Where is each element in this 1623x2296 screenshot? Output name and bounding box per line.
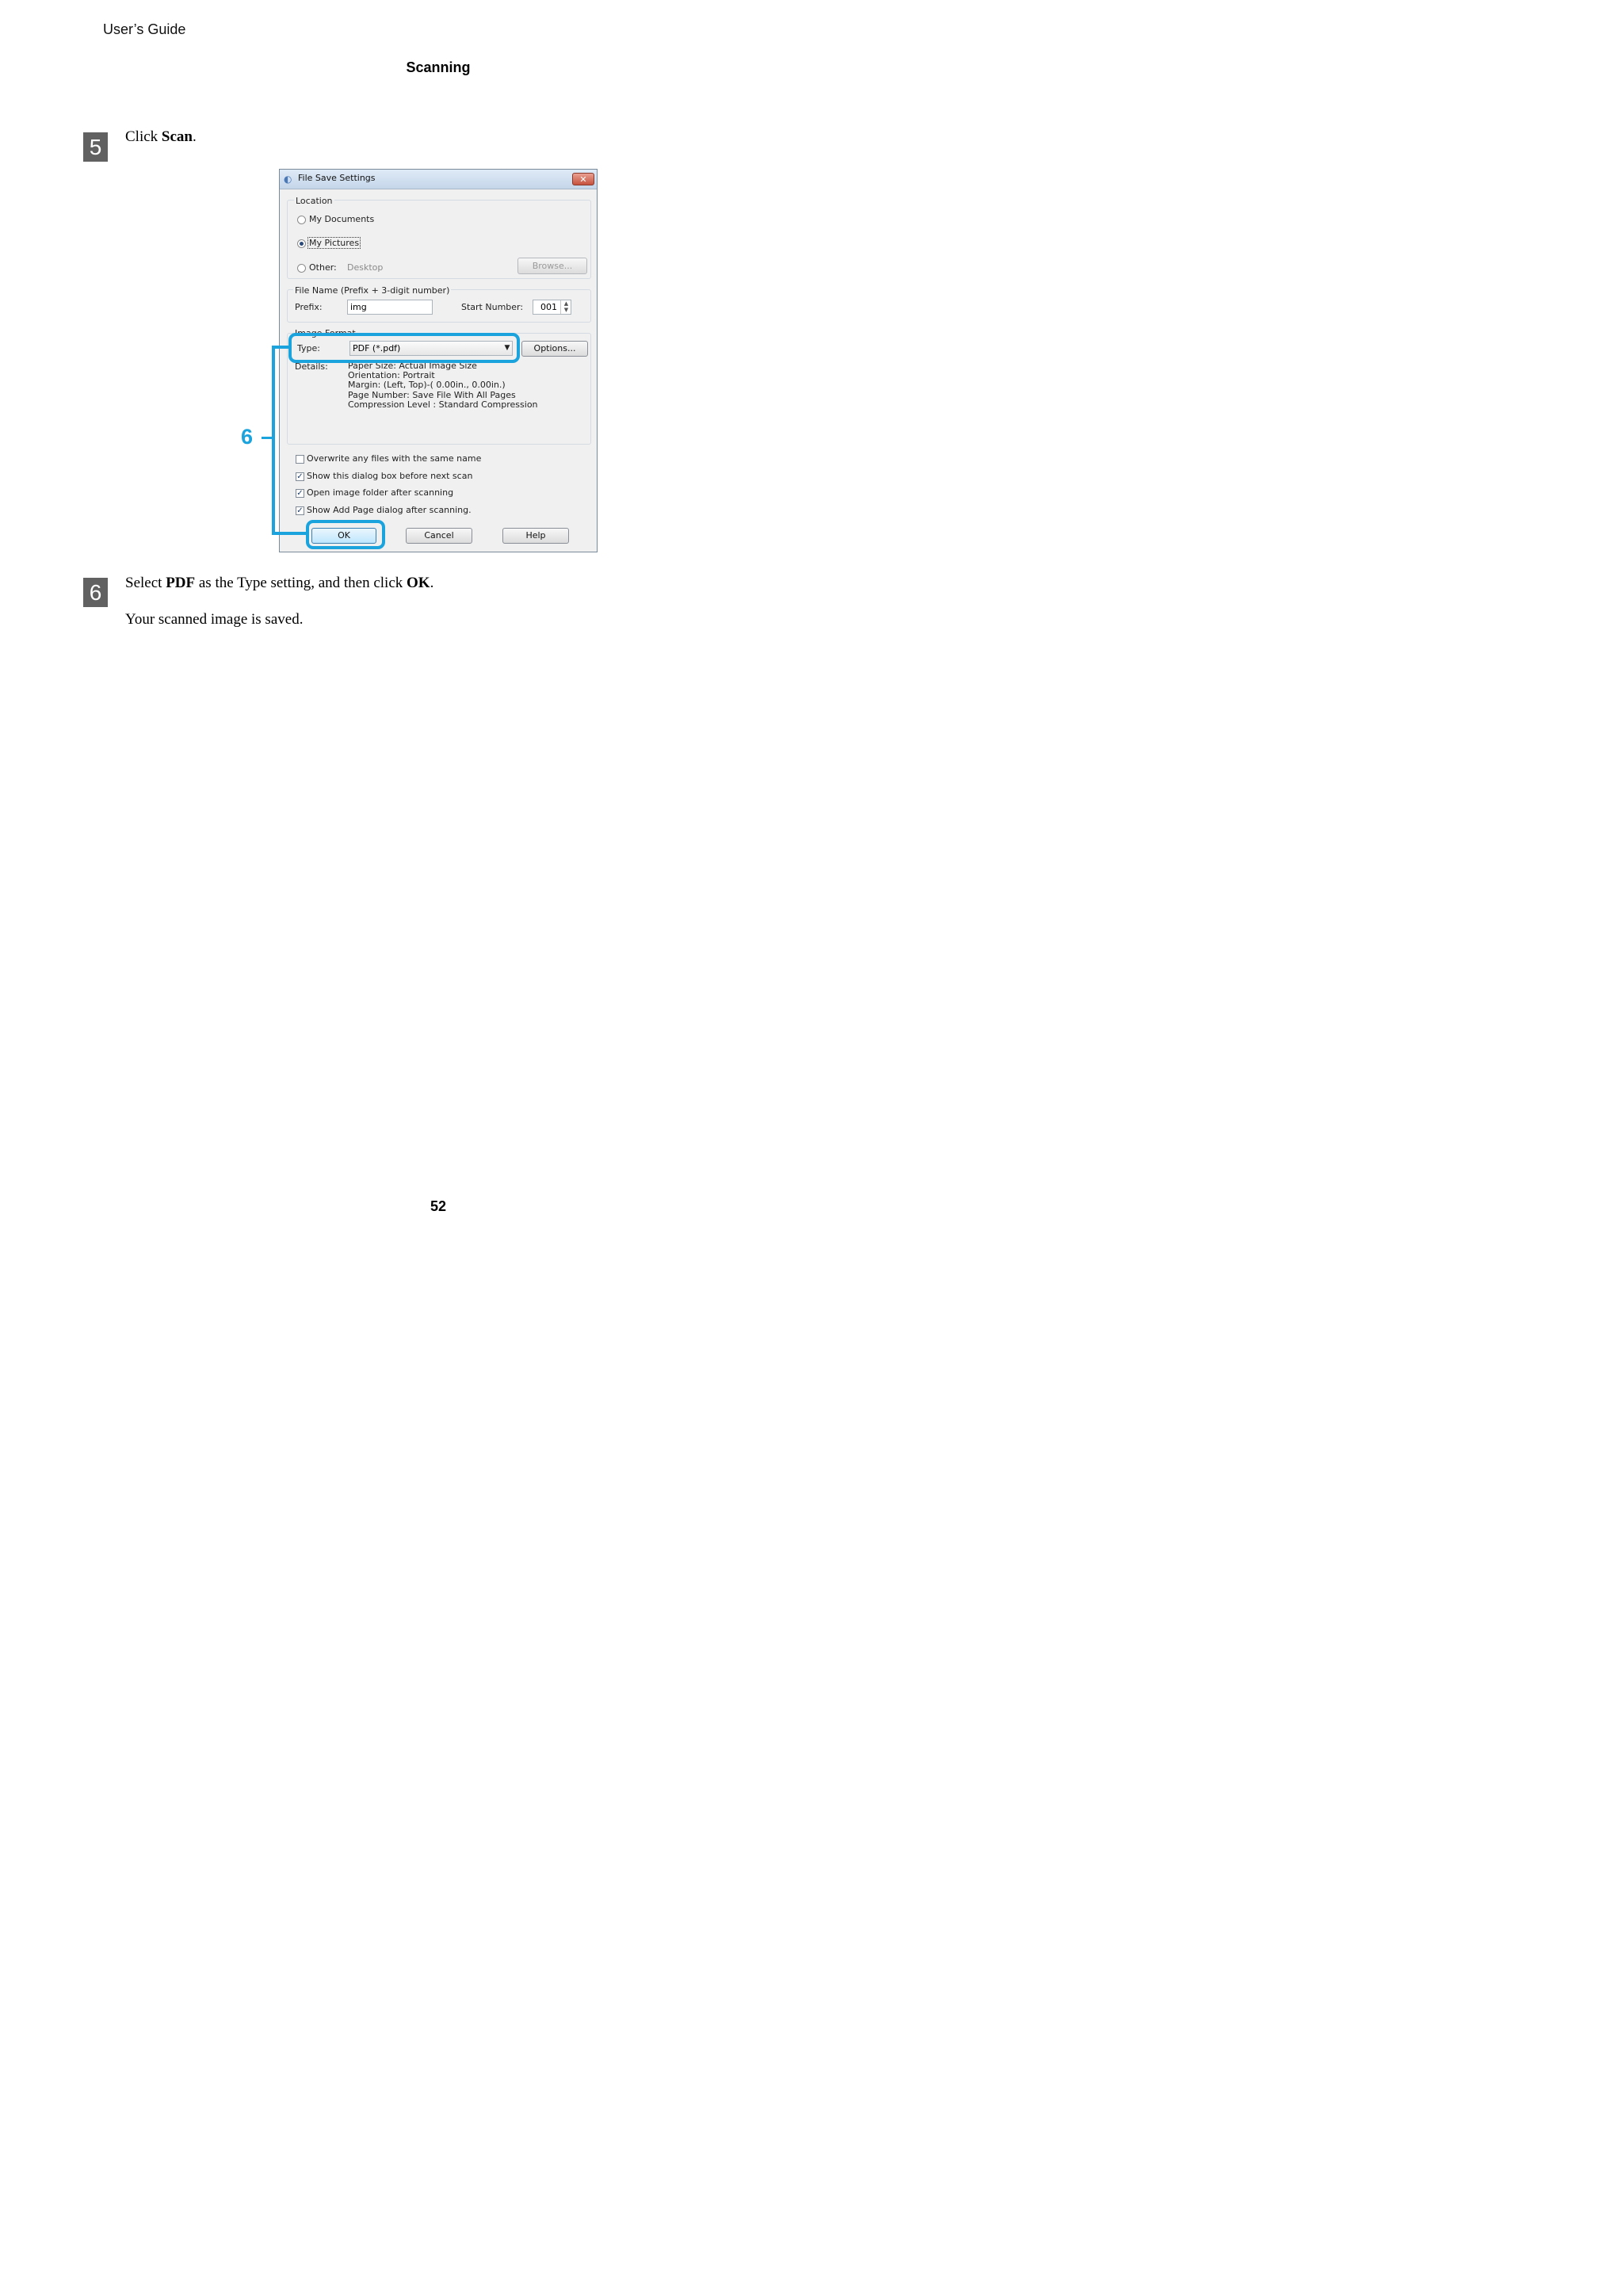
cancel-button[interactable]: Cancel [406,528,472,544]
callout-bracket-bottom [272,532,307,535]
radio-my-pictures-label: My Pictures [307,237,361,249]
step-6-followup: Your scanned image is saved. [125,611,304,628]
start-number-label: Start Number: [461,302,524,312]
callout-bracket-top [272,346,289,349]
overwrite-checkbox[interactable] [296,455,304,464]
radio-my-pictures[interactable] [297,239,306,248]
step-6-prefix: Select [125,575,166,591]
radio-other-label: Other: [309,262,337,273]
open-folder-checkbox[interactable]: ✓ [296,489,304,498]
dialog-titlebar: ◐ File Save Settings ✕ [280,170,597,189]
step-5-bold: Scan [161,128,193,145]
step-number-6: 6 [83,578,108,607]
stepper-arrows-icon[interactable]: ▲ ▼ [560,300,571,314]
detail-line: Compression Level : Standard Compression [348,399,538,410]
other-location-value: Desktop [347,262,384,273]
page-number: 52 [430,1198,447,1214]
step-6-text: Select PDF as the Type setting, and then… [125,575,433,592]
callout-label: 6 [241,425,254,449]
callout-bracket [272,346,275,535]
step-6-bold-pdf: PDF [166,575,196,591]
help-button[interactable]: Help [502,528,569,544]
running-head: User’s Guide [103,21,186,37]
section-title: Scanning [406,59,471,75]
file-name-label: File Name (Prefix + 3-digit number) [293,285,452,296]
step-number-5: 5 [83,132,108,162]
ok-highlight [306,520,385,549]
show-dialog-label: Show this dialog box before next scan [307,471,473,481]
details-text: Paper Size: Actual Image Size Orientatio… [348,361,538,410]
radio-my-documents-label: My Documents [309,214,375,224]
radio-other[interactable] [297,264,306,273]
add-page-checkbox[interactable]: ✓ [296,506,304,515]
detail-line: Margin: (Left, Top)-( 0.00in., 0.00in.) [348,380,506,391]
prefix-input[interactable]: img [347,300,433,315]
open-folder-label: Open image folder after scanning [307,487,454,498]
dialog-title: File Save Settings [298,173,376,183]
type-highlight [288,333,520,363]
close-icon[interactable]: ✕ [572,173,594,185]
browse-button[interactable]: Browse... [517,258,587,274]
add-page-label: Show Add Page dialog after scanning. [307,505,472,515]
radio-my-documents[interactable] [297,216,306,224]
step-6-bold-ok: OK [407,575,430,591]
step-5-text: Click Scan. [125,128,197,146]
scanner-app-icon: ◐ [284,174,292,185]
detail-line: Page Number: Save File With All Pages [348,389,516,400]
prefix-label: Prefix: [295,302,323,312]
step-6-middle: as the Type setting, and then click [195,575,407,591]
options-button[interactable]: Options... [521,341,588,357]
show-dialog-checkbox[interactable]: ✓ [296,472,304,481]
step-6-suffix: . [430,575,434,591]
callout-tick [262,437,273,439]
location-label: Location [294,196,334,206]
overwrite-label: Overwrite any files with the same name [307,453,482,464]
step-5-prefix: Click [125,128,162,145]
step-5-suffix: . [193,128,197,145]
